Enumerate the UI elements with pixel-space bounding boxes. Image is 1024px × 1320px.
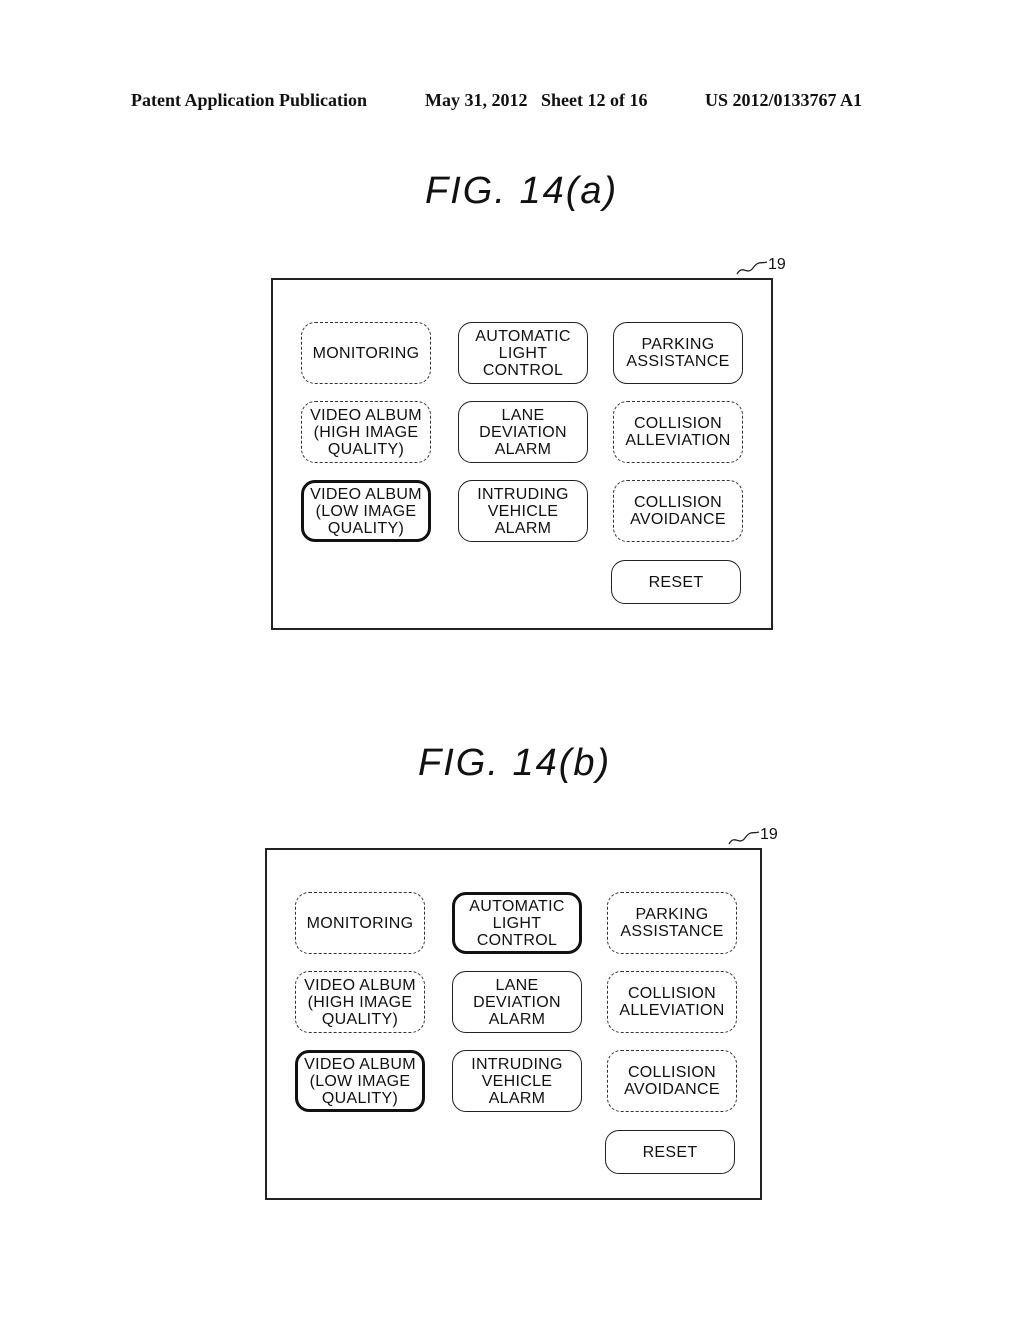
collision-alleviation-button[interactable]: COLLISION ALLEVIATION [607,971,737,1033]
lane-deviation-alarm-button[interactable]: LANE DEVIATION ALARM [452,971,582,1033]
collision-avoidance-button[interactable]: COLLISION AVOIDANCE [607,1050,737,1112]
leader-line-icon [728,831,760,845]
video-album-low-quality-button[interactable]: VIDEO ALBUM (LOW IMAGE QUALITY) [301,480,431,542]
reset-button[interactable]: RESET [611,560,741,604]
reference-marker-b: 19 [727,826,787,850]
figure-title-a: FIG. 14(a) [425,170,619,212]
monitoring-button[interactable]: MONITORING [295,892,425,954]
video-album-high-quality-button[interactable]: VIDEO ALBUM (HIGH IMAGE QUALITY) [301,401,431,463]
collision-avoidance-button[interactable]: COLLISION AVOIDANCE [613,480,743,542]
automatic-light-control-button[interactable]: AUTOMATIC LIGHT CONTROL [458,322,588,384]
video-album-low-quality-button[interactable]: VIDEO ALBUM (LOW IMAGE QUALITY) [295,1050,425,1112]
intruding-vehicle-alarm-button[interactable]: INTRUDING VEHICLE ALARM [458,480,588,542]
collision-alleviation-button[interactable]: COLLISION ALLEVIATION [613,401,743,463]
automatic-light-control-button[interactable]: AUTOMATIC LIGHT CONTROL [452,892,582,954]
monitoring-button[interactable]: MONITORING [301,322,431,384]
reset-button[interactable]: RESET [605,1130,735,1174]
parking-assistance-button[interactable]: PARKING ASSISTANCE [607,892,737,954]
lane-deviation-alarm-button[interactable]: LANE DEVIATION ALARM [458,401,588,463]
video-album-high-quality-button[interactable]: VIDEO ALBUM (HIGH IMAGE QUALITY) [295,971,425,1033]
date-sheet-label: May 31, 2012 Sheet 12 of 16 [425,90,648,110]
parking-assistance-button[interactable]: PARKING ASSISTANCE [613,322,743,384]
display-panel-a: MONITORING AUTOMATIC LIGHT CONTROL PARKING… [271,278,773,630]
intruding-vehicle-alarm-button[interactable]: INTRUDING VEHICLE ALARM [452,1050,582,1112]
leader-line-icon [736,261,768,275]
reference-number: 19 [768,256,786,273]
reference-number: 19 [760,826,778,843]
publication-label: Patent Application Publication [131,90,368,110]
display-panel-b: MONITORING AUTOMATIC LIGHT CONTROL PARKING… [265,848,762,1200]
reference-marker-a: 19 [735,256,795,280]
figure-title-b: FIG. 14(b) [418,742,612,784]
patent-number: US 2012/0133767 A1 [705,90,863,110]
